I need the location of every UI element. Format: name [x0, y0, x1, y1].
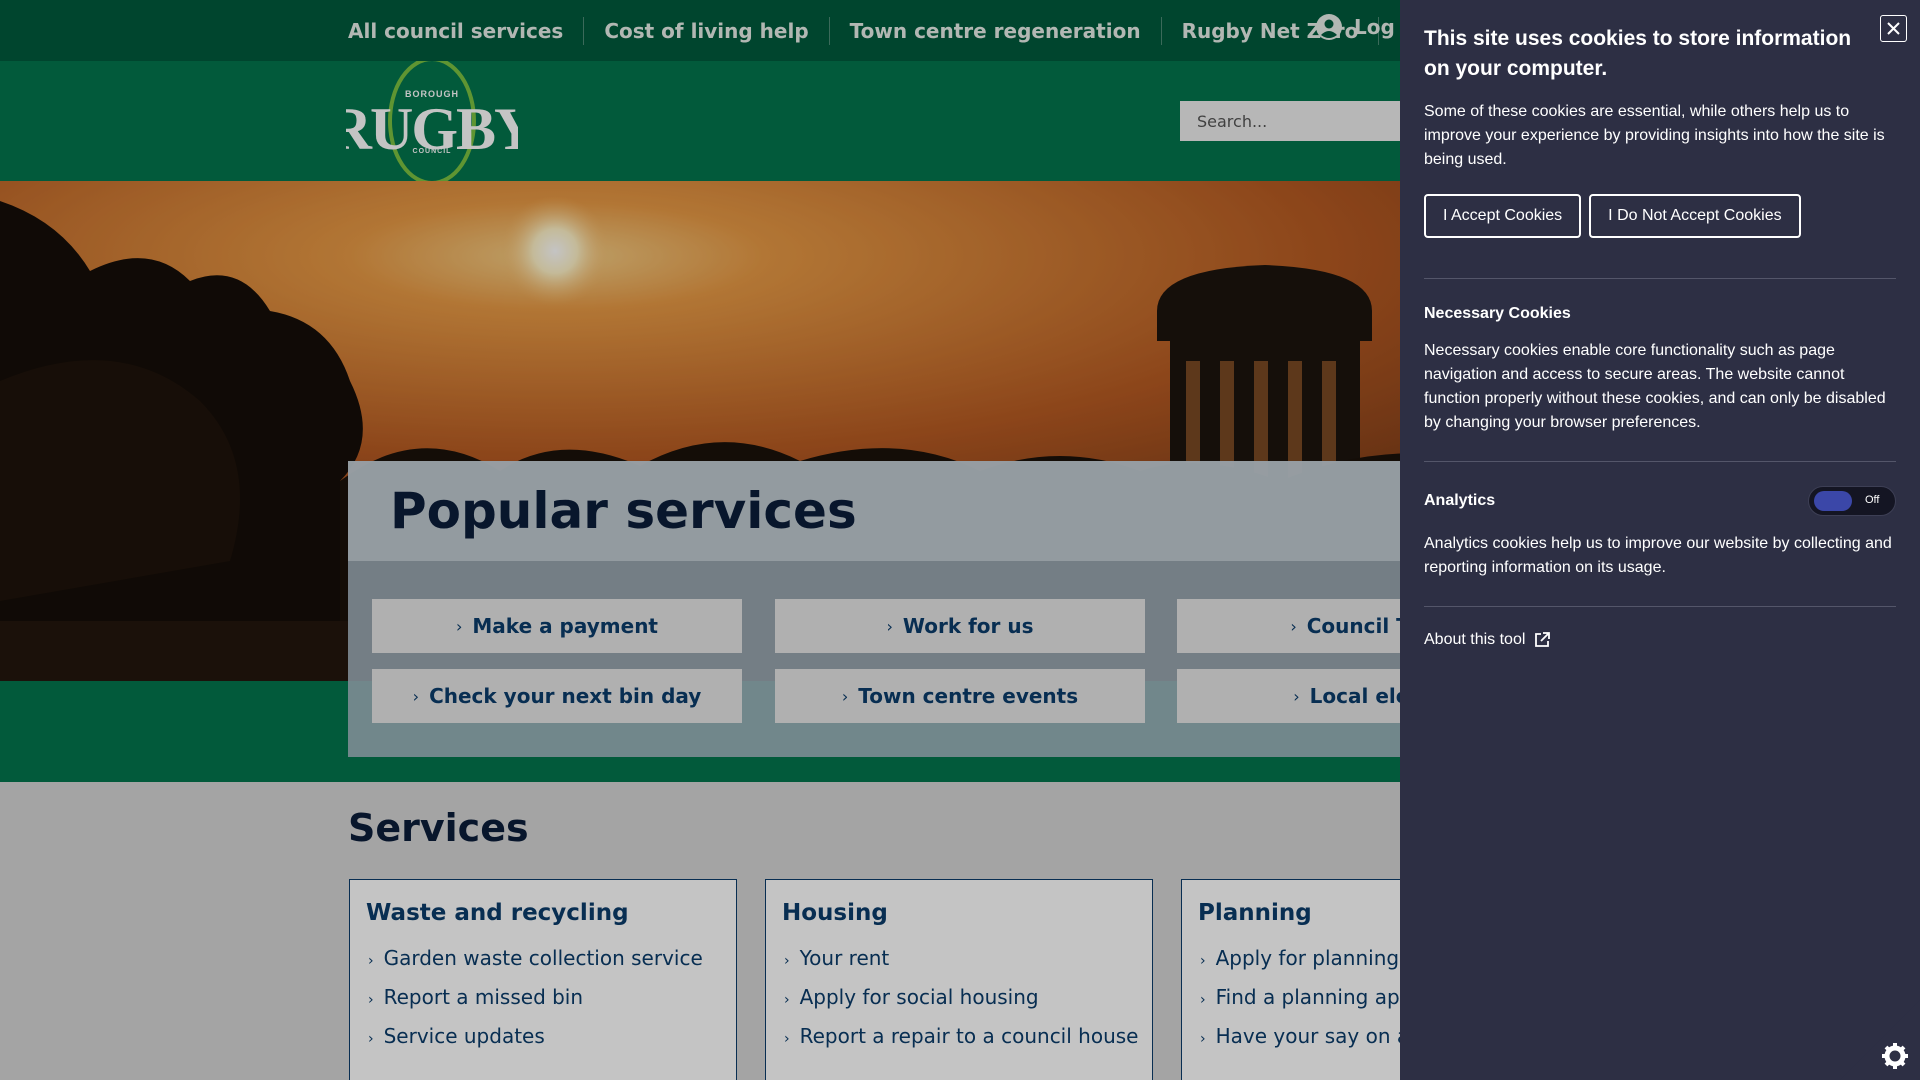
cookie-heading: This site uses cookies to store informat…: [1424, 27, 1852, 80]
chevron-right-icon: ›: [368, 1031, 374, 1047]
chevron-right-icon: ›: [784, 1031, 790, 1047]
necessary-cookies-text: Necessary cookies enable core functional…: [1424, 342, 1886, 431]
service-card-title[interactable]: Waste and recycling: [366, 900, 720, 926]
cookie-settings-button[interactable]: [1840, 1000, 1920, 1080]
cookie-intro: Some of these cookies are essential, whi…: [1424, 103, 1885, 168]
service-card-housing: Housing › Your rent › Apply for social hou…: [765, 879, 1153, 1080]
divider: [1424, 606, 1896, 607]
topnav-town-centre-regeneration[interactable]: Town centre regeneration: [830, 16, 1162, 45]
popular-work-for-us-button[interactable]: › Work for us: [775, 599, 1145, 653]
close-cookie-panel-button[interactable]: [1880, 15, 1907, 42]
reject-cookies-button[interactable]: I Do Not Accept Cookies: [1589, 194, 1801, 238]
service-card-waste-and-recycling: Waste and recycling › Garden waste collec…: [349, 879, 737, 1080]
cookie-consent-panel: This site uses cookies to store informat…: [1400, 0, 1920, 1080]
toggle-knob: [1814, 491, 1852, 511]
service-link[interactable]: › Garden waste collection service: [366, 946, 720, 970]
svg-text:COUNCIL: COUNCIL: [413, 148, 452, 155]
chevron-right-icon: ›: [841, 686, 849, 706]
service-link-label: Report a repair to a council house: [799, 1024, 1139, 1048]
analytics-title: Analytics: [1424, 492, 1496, 509]
service-link-label: Report a missed bin: [383, 985, 584, 1009]
service-link-label: Apply for planning pe: [1215, 946, 1431, 970]
user-icon: [1316, 14, 1342, 40]
chevron-right-icon: ›: [456, 616, 463, 636]
service-link[interactable]: › Apply for social housing: [782, 985, 1136, 1009]
popular-button-label: Make a payment: [472, 614, 658, 638]
services-title: Services: [348, 806, 529, 850]
popular-button-label: Town centre events: [858, 684, 1079, 708]
chevron-right-icon: ›: [368, 992, 374, 1008]
necessary-cookies-title: Necessary Cookies: [1424, 305, 1571, 322]
service-link[interactable]: › Your rent: [782, 946, 1136, 970]
service-link-label: Have your say on a p: [1215, 1024, 1429, 1048]
cookie-button-row: I Accept Cookies I Do Not Accept Cookies: [1424, 194, 1896, 238]
popular-check-bin-day-button[interactable]: › Check your next bin day: [372, 669, 742, 723]
analytics-text: Analytics cookies help us to improve our…: [1424, 535, 1892, 576]
service-link-label: Service updates: [383, 1024, 545, 1048]
chevron-right-icon: ›: [412, 686, 420, 706]
divider: [1424, 278, 1896, 279]
about-this-tool-link[interactable]: About this tool: [1424, 631, 1896, 649]
topnav-cost-of-living-help[interactable]: Cost of living help: [584, 16, 830, 45]
analytics-toggle[interactable]: Off: [1808, 486, 1896, 516]
service-link-label: Your rent: [799, 946, 890, 970]
chevron-right-icon: ›: [1290, 616, 1297, 636]
external-link-icon: [1535, 632, 1551, 647]
service-card-title[interactable]: Housing: [782, 900, 1136, 926]
service-link-label: Garden waste collection service: [383, 946, 703, 970]
analytics-row: Analytics Off: [1424, 486, 1896, 516]
chevron-right-icon: ›: [784, 953, 790, 969]
divider: [1424, 461, 1896, 462]
chevron-right-icon: ›: [1293, 686, 1300, 706]
service-link[interactable]: › Report a missed bin: [366, 985, 720, 1009]
chevron-right-icon: ›: [1200, 992, 1206, 1008]
accept-cookies-button[interactable]: I Accept Cookies: [1424, 194, 1582, 238]
login-link[interactable]: Log i: [1316, 14, 1409, 40]
popular-services-title: Popular services: [390, 482, 857, 540]
about-this-tool-label: About this tool: [1424, 631, 1526, 648]
top-navigation: All council services Cost of living help…: [348, 0, 1380, 61]
rugby-borough-council-logo[interactable]: BOROUGH RUGBY COUNCIL: [346, 61, 518, 181]
popular-button-label: Work for us: [902, 614, 1034, 638]
topnav-all-council-services[interactable]: All council services: [348, 16, 585, 45]
popular-town-centre-events-button[interactable]: › Town centre events: [775, 669, 1145, 723]
service-link[interactable]: › Service updates: [366, 1024, 720, 1048]
chevron-right-icon: ›: [1200, 953, 1206, 969]
chevron-right-icon: ›: [784, 992, 790, 1008]
toggle-state-label: Off: [1865, 494, 1880, 506]
service-link-label: Find a planning appli: [1215, 985, 1424, 1009]
popular-make-a-payment-button[interactable]: › Make a payment: [372, 599, 742, 653]
chevron-right-icon: ›: [886, 616, 893, 636]
service-link[interactable]: › Report a repair to a council house: [782, 1024, 1139, 1048]
service-link-label: Apply for social housing: [799, 985, 1039, 1009]
popular-button-label: Check your next bin day: [429, 684, 702, 708]
close-icon: [1887, 22, 1900, 35]
chevron-right-icon: ›: [368, 953, 374, 969]
chevron-right-icon: ›: [1200, 1031, 1206, 1047]
